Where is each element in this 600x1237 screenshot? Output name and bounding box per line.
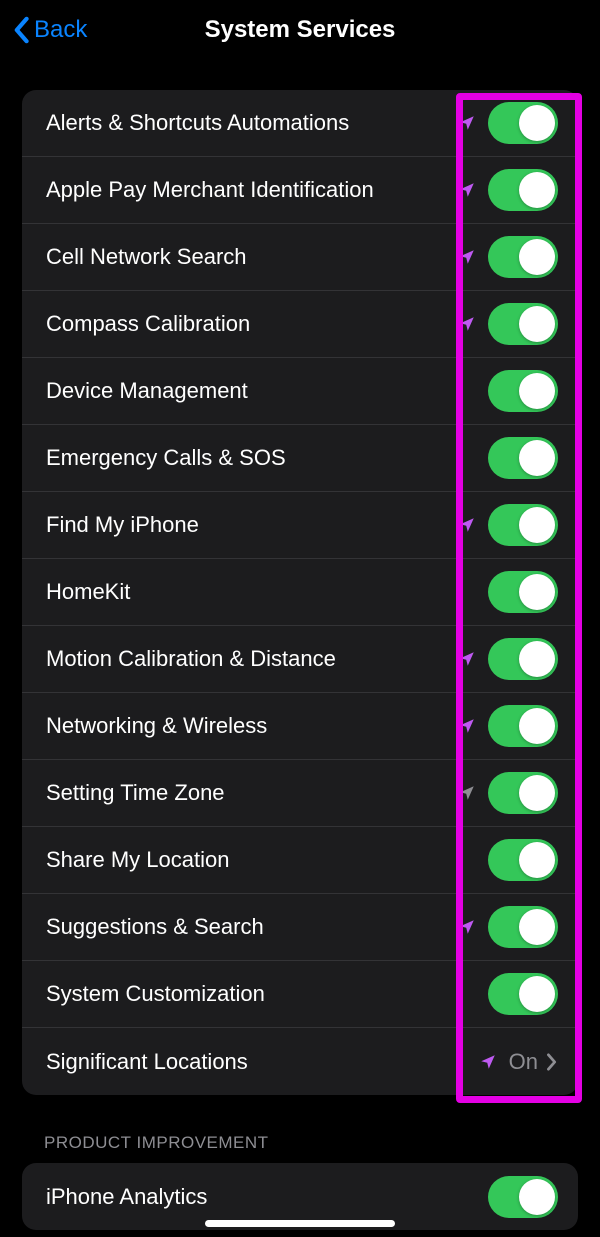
row-label: Setting Time Zone — [46, 780, 458, 806]
location-arrow-icon — [458, 181, 476, 199]
toggle-knob — [519, 641, 555, 677]
toggle-knob — [519, 574, 555, 610]
toggle-knob — [519, 909, 555, 945]
row-label: Alerts & Shortcuts Automations — [46, 110, 458, 136]
back-button[interactable]: Back — [12, 16, 87, 44]
toggle-switch[interactable] — [488, 1176, 558, 1218]
list-toggle-row: Share My Location — [22, 827, 578, 894]
row-label: Share My Location — [46, 847, 488, 873]
home-indicator[interactable] — [205, 1220, 395, 1227]
location-arrow-icon — [458, 918, 476, 936]
toggle-switch[interactable] — [488, 638, 558, 680]
toggle-switch[interactable] — [488, 169, 558, 211]
location-arrow-icon — [458, 248, 476, 266]
list-toggle-row: Apple Pay Merchant Identification — [22, 157, 578, 224]
row-label: iPhone Analytics — [46, 1184, 488, 1210]
location-arrow-icon — [479, 1053, 497, 1071]
list-toggle-row: HomeKit — [22, 559, 578, 626]
toggle-knob — [519, 440, 555, 476]
toggle-switch[interactable] — [488, 906, 558, 948]
list-toggle-row: Suggestions & Search — [22, 894, 578, 961]
row-value: On — [509, 1049, 538, 1075]
list-toggle-row: Setting Time Zone — [22, 760, 578, 827]
list-toggle-row: System Customization — [22, 961, 578, 1028]
chevron-left-icon — [12, 16, 30, 44]
chevron-right-icon — [546, 1053, 558, 1071]
toggle-switch[interactable] — [488, 705, 558, 747]
toggle-knob — [519, 842, 555, 878]
location-arrow-icon — [458, 114, 476, 132]
list-toggle-row: Alerts & Shortcuts Automations — [22, 90, 578, 157]
toggle-switch[interactable] — [488, 571, 558, 613]
toggle-switch[interactable] — [488, 839, 558, 881]
location-arrow-icon — [458, 650, 476, 668]
toggle-switch[interactable] — [488, 437, 558, 479]
list-toggle-row: Cell Network Search — [22, 224, 578, 291]
toggle-knob — [519, 708, 555, 744]
toggle-knob — [519, 775, 555, 811]
list-toggle-row: Motion Calibration & Distance — [22, 626, 578, 693]
toggle-switch[interactable] — [488, 370, 558, 412]
location-arrow-icon — [458, 717, 476, 735]
row-label: Emergency Calls & SOS — [46, 445, 488, 471]
toggle-knob — [519, 373, 555, 409]
page-title: System Services — [205, 16, 396, 44]
row-label: Networking & Wireless — [46, 713, 458, 739]
list-toggle-row: Emergency Calls & SOS — [22, 425, 578, 492]
section-header-product-improvement: PRODUCT IMPROVEMENT — [0, 1095, 600, 1163]
nav-bar: Back System Services — [0, 0, 600, 60]
toggle-switch[interactable] — [488, 772, 558, 814]
toggle-switch[interactable] — [488, 236, 558, 278]
list-toggle-row: Networking & Wireless — [22, 693, 578, 760]
list-toggle-row: Compass Calibration — [22, 291, 578, 358]
row-label: Suggestions & Search — [46, 914, 458, 940]
list-toggle-row: Find My iPhone — [22, 492, 578, 559]
back-label: Back — [34, 16, 87, 44]
toggle-switch[interactable] — [488, 303, 558, 345]
location-arrow-icon — [458, 784, 476, 802]
toggle-switch[interactable] — [488, 504, 558, 546]
toggle-knob — [519, 1179, 555, 1215]
row-label: Motion Calibration & Distance — [46, 646, 458, 672]
toggle-knob — [519, 306, 555, 342]
toggle-switch[interactable] — [488, 102, 558, 144]
list-nav-row[interactable]: Significant Locations On — [22, 1028, 578, 1095]
row-label: Apple Pay Merchant Identification — [46, 177, 458, 203]
location-arrow-icon — [458, 516, 476, 534]
row-label: Compass Calibration — [46, 311, 458, 337]
toggle-knob — [519, 172, 555, 208]
toggle-knob — [519, 507, 555, 543]
row-label: System Customization — [46, 981, 488, 1007]
row-label: Find My iPhone — [46, 512, 458, 538]
row-label: Cell Network Search — [46, 244, 458, 270]
system-services-list: Alerts & Shortcuts Automations Apple Pay … — [22, 90, 578, 1095]
toggle-knob — [519, 105, 555, 141]
row-label: Device Management — [46, 378, 488, 404]
toggle-switch[interactable] — [488, 973, 558, 1015]
location-arrow-icon — [458, 315, 476, 333]
list-toggle-row: Device Management — [22, 358, 578, 425]
toggle-knob — [519, 239, 555, 275]
row-label: Significant Locations — [46, 1049, 479, 1075]
row-label: HomeKit — [46, 579, 488, 605]
toggle-knob — [519, 976, 555, 1012]
